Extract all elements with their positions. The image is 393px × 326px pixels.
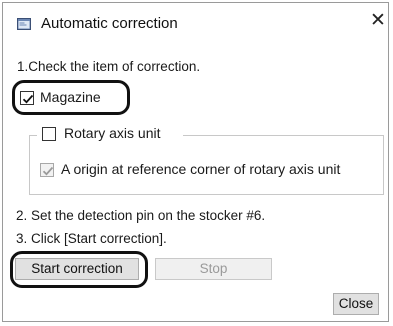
close-icon[interactable]: ✕ bbox=[370, 11, 386, 30]
start-correction-button[interactable]: Start correction bbox=[15, 258, 139, 280]
dialog-title: Automatic correction bbox=[41, 15, 178, 32]
a-origin-checkbox bbox=[40, 163, 54, 177]
rotary-axis-unit-label[interactable]: Rotary axis unit bbox=[64, 125, 160, 141]
checkmark-icon bbox=[22, 94, 34, 104]
rotary-axis-unit-checkbox[interactable] bbox=[42, 127, 56, 141]
automatic-correction-dialog: Automatic correction ✕ 1.Check the item … bbox=[2, 2, 389, 322]
checkmark-icon bbox=[42, 166, 54, 176]
step-1-text: 1.Check the item of correction. bbox=[17, 59, 201, 74]
magazine-checkbox[interactable] bbox=[20, 91, 34, 105]
step-2-text: 2. Set the detection pin on the stocker … bbox=[16, 208, 266, 223]
step-3-text: 3. Click [Start correction]. bbox=[16, 231, 167, 246]
stop-button: Stop bbox=[155, 258, 272, 280]
app-window-icon bbox=[17, 18, 31, 30]
a-origin-label: A origin at reference corner of rotary a… bbox=[61, 161, 341, 177]
close-button[interactable]: Close bbox=[333, 293, 379, 315]
magazine-label[interactable]: Magazine bbox=[40, 89, 101, 105]
